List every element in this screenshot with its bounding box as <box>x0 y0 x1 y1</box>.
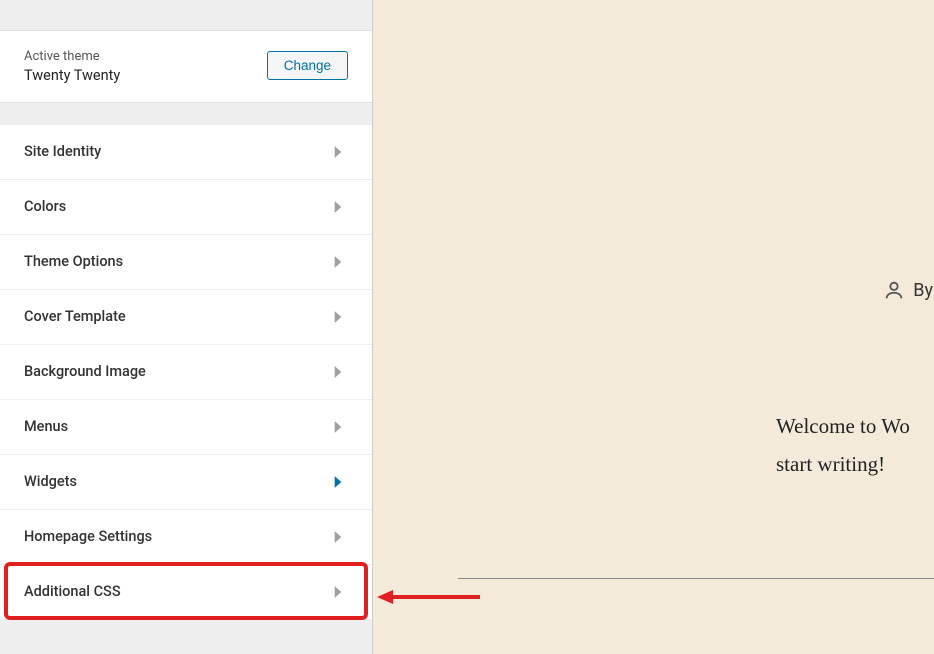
active-theme-panel: Active theme Twenty Twenty Change <box>0 31 372 103</box>
site-preview: By Welcome to Wo start writing! <box>372 0 934 654</box>
post-byline: By <box>883 279 933 301</box>
chevron-right-icon <box>328 472 348 492</box>
menu-label: Additional CSS <box>24 583 121 600</box>
welcome-line1: Welcome to Wo <box>776 414 910 438</box>
menu-item-widgets[interactable]: Widgets <box>0 455 372 510</box>
top-gap <box>0 0 372 31</box>
chevron-right-icon <box>328 527 348 547</box>
welcome-line2: start writing! <box>776 452 885 476</box>
chevron-right-icon <box>328 582 348 602</box>
menu-item-cover-template[interactable]: Cover Template <box>0 290 372 345</box>
active-theme-label: Active theme <box>24 47 120 67</box>
menu-item-colors[interactable]: Colors <box>0 180 372 235</box>
menu-item-background-image[interactable]: Background Image <box>0 345 372 400</box>
menu-label: Theme Options <box>24 253 123 270</box>
menu-label: Homepage Settings <box>24 528 152 545</box>
byline-text: By <box>913 280 933 301</box>
menu-label: Widgets <box>24 473 77 490</box>
chevron-right-icon <box>328 252 348 272</box>
content-divider <box>458 578 934 579</box>
menu-item-additional-css[interactable]: Additional CSS <box>0 565 372 620</box>
post-content: Welcome to Wo start writing! <box>776 408 934 484</box>
menu-label: Cover Template <box>24 308 126 325</box>
menu-label: Site Identity <box>24 143 101 160</box>
menu-item-homepage-settings[interactable]: Homepage Settings <box>0 510 372 565</box>
theme-name: Twenty Twenty <box>24 67 120 84</box>
chevron-right-icon <box>328 307 348 327</box>
chevron-right-icon <box>328 142 348 162</box>
spacer <box>0 103 372 125</box>
chevron-right-icon <box>328 417 348 437</box>
menu-label: Colors <box>24 198 66 215</box>
menu-item-site-identity[interactable]: Site Identity <box>0 125 372 180</box>
theme-info: Active theme Twenty Twenty <box>24 47 120 84</box>
menu-item-menus[interactable]: Menus <box>0 400 372 455</box>
user-icon <box>883 279 905 301</box>
chevron-right-icon <box>328 197 348 217</box>
customizer-sidebar: Active theme Twenty Twenty Change Site I… <box>0 0 372 654</box>
menu-label: Menus <box>24 418 68 435</box>
menu-label: Background Image <box>24 363 146 380</box>
change-theme-button[interactable]: Change <box>267 51 348 80</box>
chevron-right-icon <box>328 362 348 382</box>
menu-item-theme-options[interactable]: Theme Options <box>0 235 372 290</box>
